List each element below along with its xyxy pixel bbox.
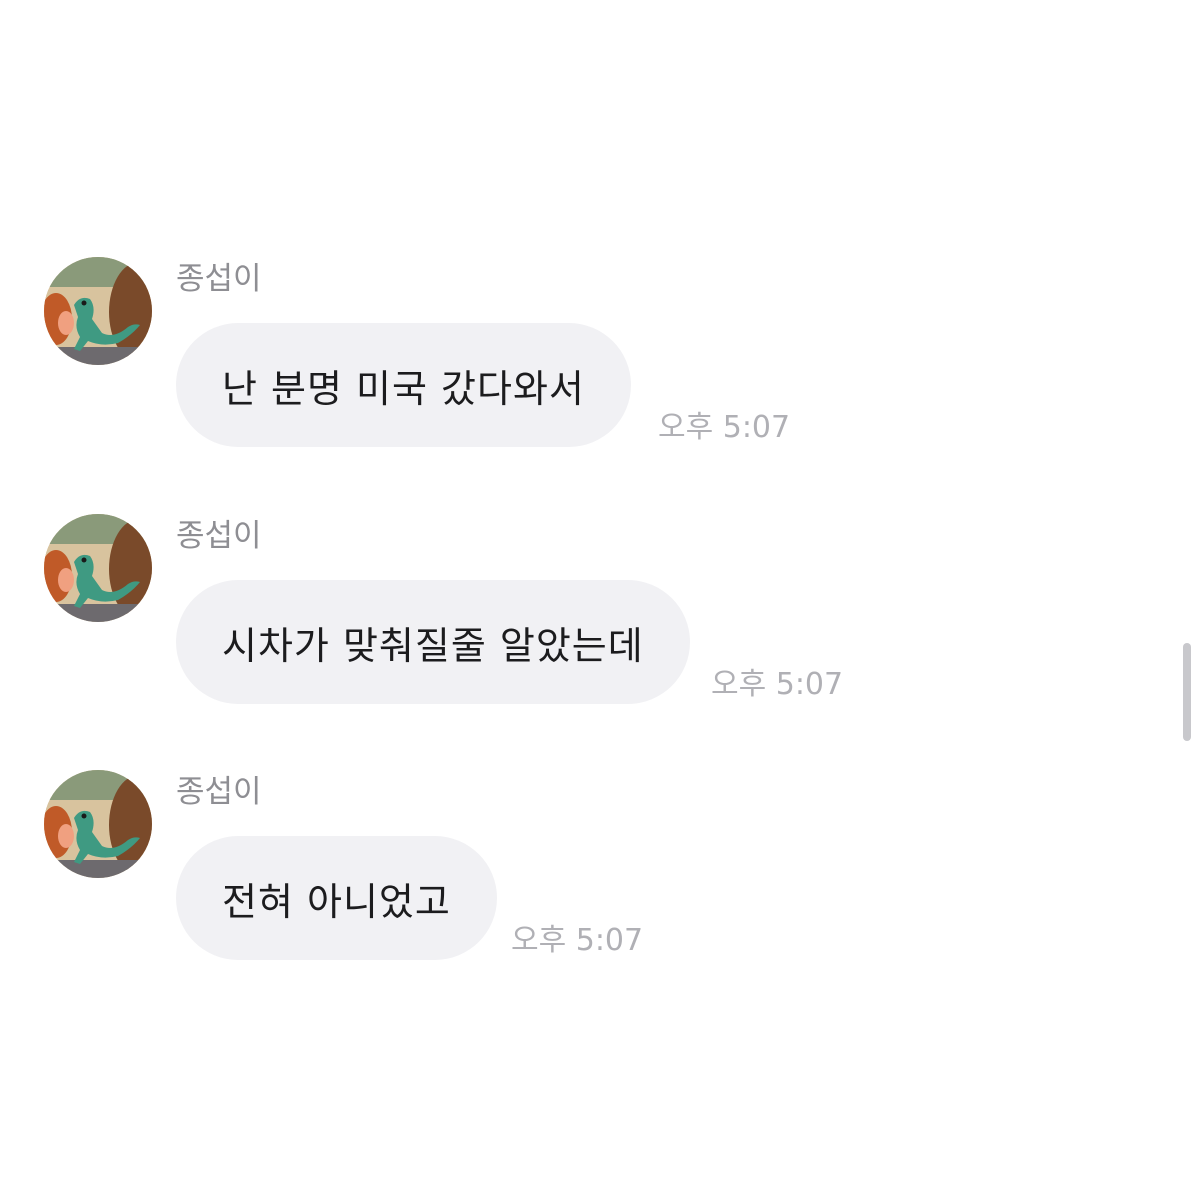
lizard-avatar-icon bbox=[44, 770, 152, 878]
message-row: 종섭이 난 분명 미국 갔다와서 오후 5:07 bbox=[0, 257, 1200, 457]
message-time: 오후 5:07 bbox=[511, 923, 644, 958]
sender-avatar[interactable] bbox=[44, 257, 152, 365]
message-text: 전혀 아니었고 bbox=[222, 879, 451, 924]
message-bubble[interactable]: 난 분명 미국 갔다와서 bbox=[176, 323, 631, 447]
message-bubble[interactable]: 전혀 아니었고 bbox=[176, 836, 497, 960]
message-text: 난 분명 미국 갔다와서 bbox=[222, 366, 585, 411]
sender-avatar[interactable] bbox=[44, 770, 152, 878]
message-time: 오후 5:07 bbox=[711, 667, 844, 702]
sender-name: 종섭이 bbox=[176, 774, 262, 810]
lizard-avatar-icon bbox=[44, 257, 152, 365]
sender-avatar[interactable] bbox=[44, 514, 152, 622]
scrollbar[interactable] bbox=[1183, 643, 1191, 741]
message-text: 시차가 맞춰질줄 알았는데 bbox=[222, 623, 644, 668]
message-row: 종섭이 전혀 아니었고 오후 5:07 bbox=[0, 770, 1200, 970]
sender-name: 종섭이 bbox=[176, 261, 262, 297]
sender-name: 종섭이 bbox=[176, 518, 262, 554]
message-time: 오후 5:07 bbox=[658, 410, 791, 445]
message-bubble[interactable]: 시차가 맞춰질줄 알았는데 bbox=[176, 580, 690, 704]
chat-message-list[interactable]: 종섭이 난 분명 미국 갔다와서 오후 5:07 종섭이 시차가 맞춰질줄 알았… bbox=[0, 0, 1200, 1200]
message-row: 종섭이 시차가 맞춰질줄 알았는데 오후 5:07 bbox=[0, 514, 1200, 714]
lizard-avatar-icon bbox=[44, 514, 152, 622]
